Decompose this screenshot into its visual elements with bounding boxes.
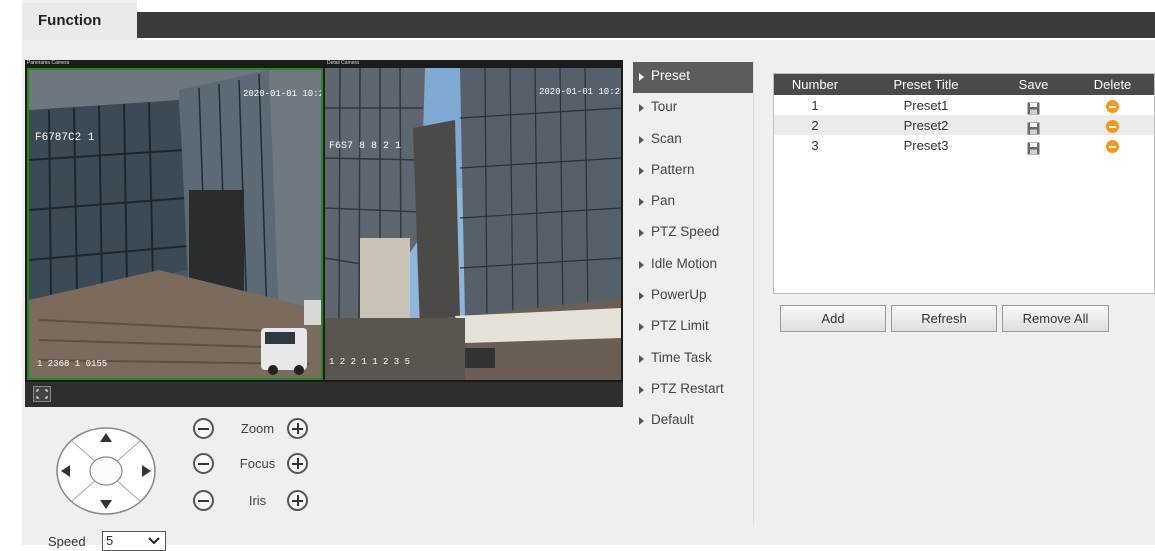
menu-item-default[interactable]: Default [633,406,753,437]
menu-item-label: Time Task [651,349,712,365]
preset-title: Preset3 [903,138,949,153]
caret-right-icon [639,260,644,269]
column-header-preset-title: Preset Title [893,77,959,92]
focus-control: Focus [193,453,323,481]
menu-item-label: Preset [651,68,691,83]
caret-right-icon [639,198,644,207]
menu-item-label: Default [651,412,694,428]
menu-item-label: PTZ Speed [651,224,720,240]
column-header-number: Number [791,77,839,92]
menu-item-preset[interactable]: Preset [633,62,753,94]
column-header-save: Save [1018,77,1049,92]
refresh-button[interactable]: Refresh [891,305,997,332]
zoom-label: Zoom [240,421,275,436]
menu-item-pan[interactable]: Pan [633,187,753,218]
preset-title: Preset1 [903,98,949,113]
speed-label: Speed [48,534,86,549]
caret-right-icon [639,135,644,144]
caret-right-icon [639,323,644,332]
menu-item-label: PowerUp [651,287,707,303]
menu-divider [753,60,754,525]
caret-right-icon [639,104,644,113]
detail-overlay-text: F6S7 8 8 2 1 [329,141,401,152]
menu-item-label: PTZ Limit [651,318,709,334]
panorama-camera-view[interactable]: 2020-01-01 10:23:34 F6787C2 1 1 2368 1 0… [27,68,323,380]
menu-item-ptz-restart[interactable]: PTZ Restart [633,375,753,406]
menu-item-label: Pan [651,193,676,209]
detail-camera-label: Detail Camera [327,60,359,66]
table-row[interactable]: 2 Preset2 [774,115,1154,135]
panorama-timestamp: 2020-01-01 10:23:34 [243,89,321,99]
detail-timestamp: 2020-01-01 10:23:34 [539,87,621,97]
iris-plus-icon[interactable] [287,490,308,511]
remove-all-button[interactable]: Remove All [1002,305,1109,332]
video-viewer[interactable]: Panorama Camera Detail Camera 2020-01-01… [25,60,623,382]
tab-function[interactable]: Function [22,0,137,43]
panorama-overlay-text: F6787C2 1 [35,132,95,144]
focus-minus-icon[interactable] [193,453,214,474]
chevron-down-icon [148,537,160,545]
top-tab-bar: Function [0,0,1155,43]
preset-title: Preset2 [903,118,949,133]
preset-number: 1 [811,98,819,113]
tab-function-label: Function [38,12,102,29]
caret-right-icon [639,385,644,394]
panorama-bottom-text: 1 2368 1 0155 [37,359,107,369]
iris-label: Iris [248,493,267,508]
caret-right-icon [639,292,644,301]
menu-item-ptz-limit[interactable]: PTZ Limit [633,312,753,343]
menu-item-label: Scan [651,130,682,146]
menu-item-label: PTZ Restart [651,380,724,396]
fullscreen-icon[interactable] [33,386,51,402]
menu-item-label: Tour [651,99,678,115]
speed-select[interactable]: 5 [102,531,166,551]
caret-right-icon [639,166,644,175]
menu-item-pattern[interactable]: Pattern [633,156,753,187]
preset-number: 2 [811,118,819,133]
delete-icon[interactable] [1106,140,1119,154]
caret-right-icon [639,417,644,426]
save-icon[interactable] [1027,140,1040,155]
preset-number: 3 [811,138,819,153]
preset-table: Number Preset Title Save Delete 1 Preset… [773,73,1155,294]
caret-right-icon [639,229,644,238]
focus-label: Focus [239,456,276,471]
zoom-control: Zoom [193,418,323,446]
table-header: Number Preset Title Save Delete [774,74,1154,95]
detail-camera-image: 2020-01-01 10:23:34 F6S7 8 8 2 1 1 2 2 1… [325,68,621,380]
iris-minus-icon[interactable] [193,490,214,511]
zoom-out-icon[interactable] [193,418,214,439]
detail-camera-view[interactable]: 2020-01-01 10:23:34 F6S7 8 8 2 1 1 2 2 1… [325,68,621,380]
caret-right-icon [639,354,644,363]
function-menu: Preset Tour Scan Pattern Pan PTZ Speed I… [633,62,753,438]
detail-bottom-text: 1 2 2 1 1 2 3 5 [329,357,410,367]
ptz-direction-pad[interactable] [55,426,157,516]
menu-item-label: Pattern [651,161,695,177]
panorama-camera-label: Panorama Camera [27,60,70,66]
add-button[interactable]: Add [780,305,886,332]
zoom-in-icon[interactable] [287,418,308,439]
save-icon[interactable] [1027,120,1040,135]
menu-item-tour[interactable]: Tour [633,93,753,124]
speed-value: 5 [106,533,114,548]
caret-right-icon [639,73,644,81]
delete-icon[interactable] [1106,120,1119,134]
menu-item-powerup[interactable]: PowerUp [633,281,753,312]
delete-icon[interactable] [1106,100,1119,114]
panorama-camera-image: 2020-01-01 10:23:34 F6787C2 1 1 2368 1 0… [29,70,321,378]
table-row[interactable]: 1 Preset1 [774,95,1154,115]
menu-item-idle-motion[interactable]: Idle Motion [633,250,753,281]
focus-plus-icon[interactable] [287,453,308,474]
table-row[interactable]: 3 Preset3 [774,135,1154,155]
column-header-delete: Delete [1093,77,1132,92]
menu-item-scan[interactable]: Scan [633,125,753,156]
tab-strip [137,12,1155,38]
video-toolbar [25,382,623,407]
menu-item-label: Idle Motion [651,255,718,271]
save-icon[interactable] [1027,100,1040,115]
iris-control: Iris [193,490,323,518]
menu-item-time-task[interactable]: Time Task [633,344,753,375]
menu-item-ptz-speed[interactable]: PTZ Speed [633,218,753,249]
